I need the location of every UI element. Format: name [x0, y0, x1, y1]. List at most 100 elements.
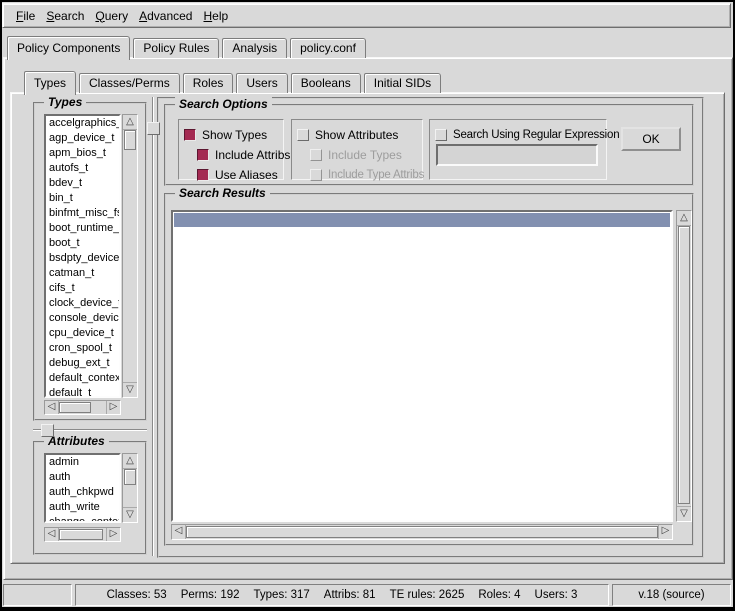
status-stat-attribs-81: Attribs: 81 — [324, 589, 376, 601]
type-item-cifs-t[interactable]: cifs_t — [46, 281, 119, 296]
checkbox-label: Show Types — [202, 128, 267, 142]
checkbox-icon[interactable] — [197, 169, 209, 181]
scroll-left-icon[interactable]: ◁ — [45, 401, 59, 414]
status-stat-types-317: Types: 317 — [254, 589, 310, 601]
menu-item-help[interactable]: Help — [198, 6, 233, 26]
subtab-initial-sids[interactable]: Initial SIDs — [364, 73, 441, 93]
app-window: { "colors": { "background": "#d9d9d9", "… — [0, 0, 735, 611]
type-item-default-context[interactable]: default_context — [46, 371, 119, 386]
type-item-apm-bios-t[interactable]: apm_bios_t — [46, 146, 119, 161]
type-item-default-t[interactable]: default_t — [46, 386, 119, 398]
status-stat-roles-4: Roles: 4 — [478, 589, 520, 601]
show-types-checkbox[interactable]: Show Types — [184, 125, 283, 145]
include-attribs-checkbox[interactable]: Include Attribs — [197, 145, 283, 165]
menu-item-advanced[interactable]: Advanced — [134, 6, 197, 26]
subtab-types[interactable]: Types — [24, 71, 76, 95]
checkbox-icon — [310, 169, 322, 181]
type-item-agp-device-t[interactable]: agp_device_t — [46, 131, 119, 146]
attribute-item-change-context[interactable]: change_context — [46, 515, 119, 523]
scrollbar-thumb[interactable] — [59, 529, 103, 540]
scroll-right-icon[interactable]: ▷ — [106, 528, 120, 541]
types-vertical-scrollbar[interactable]: △ ▽ — [122, 114, 138, 398]
type-item-cron-spool-t[interactable]: cron_spool_t — [46, 341, 119, 356]
type-item-cpu-device-t[interactable]: cpu_device_t — [46, 326, 119, 341]
subtab-users[interactable]: Users — [236, 73, 287, 93]
type-item-catman-t[interactable]: catman_t — [46, 266, 119, 281]
component-tab-bar: TypesClasses/PermsRolesUsersBooleansInit… — [24, 71, 444, 95]
attribute-item-auth-write[interactable]: auth_write — [46, 500, 119, 515]
scroll-left-icon[interactable]: ◁ — [172, 525, 186, 539]
type-item-boot-t[interactable]: boot_t — [46, 236, 119, 251]
menu-item-search[interactable]: Search — [41, 6, 89, 26]
show-types-group: Show Types Include Attribs Use Aliases — [178, 119, 284, 180]
menu-item-file[interactable]: File — [11, 6, 40, 26]
type-item-clock-device-t[interactable]: clock_device_t — [46, 296, 119, 311]
scroll-down-icon[interactable]: ▽ — [123, 382, 137, 397]
subtab-roles[interactable]: Roles — [183, 73, 234, 93]
show-attributes-checkbox[interactable]: Show Attributes — [297, 125, 422, 145]
attribute-item-admin[interactable]: admin — [46, 455, 119, 470]
types-listbox[interactable]: accelgraphics_eagp_device_tapm_bios_taut… — [44, 114, 121, 398]
pane-sash-handle[interactable] — [147, 122, 160, 135]
scroll-right-icon[interactable]: ▷ — [106, 401, 120, 414]
checkbox-icon[interactable] — [297, 129, 309, 141]
scroll-down-icon[interactable]: ▽ — [123, 507, 137, 522]
scroll-up-icon[interactable]: △ — [677, 211, 691, 226]
types-frame-title: Types — [44, 95, 86, 109]
type-item-console-device[interactable]: console_device — [46, 311, 119, 326]
checkbox-icon[interactable] — [184, 129, 196, 141]
scrollbar-thumb[interactable] — [186, 526, 658, 538]
include-types-checkbox: Include Types — [310, 145, 422, 165]
scroll-left-icon[interactable]: ◁ — [45, 528, 59, 541]
tab-policy-rules[interactable]: Policy Rules — [133, 38, 219, 58]
checkbox-label: Search Using Regular Expression — [453, 128, 619, 142]
checkbox-icon[interactable] — [435, 129, 447, 141]
type-item-bdev-t[interactable]: bdev_t — [46, 176, 119, 191]
type-item-bin-t[interactable]: bin_t — [46, 191, 119, 206]
regex-group: Search Using Regular Expression — [429, 119, 607, 180]
checkbox-label: Include Attribs — [215, 148, 290, 162]
ok-button[interactable]: OK — [621, 127, 681, 151]
attributes-vertical-scrollbar[interactable]: △ ▽ — [122, 453, 138, 523]
scrollbar-thumb[interactable] — [124, 469, 136, 485]
scrollbar-thumb[interactable] — [124, 130, 136, 150]
checkbox-label: Use Aliases — [215, 168, 278, 182]
search-options-title: Search Options — [175, 97, 272, 111]
types-horizontal-scrollbar[interactable]: ◁ ▷ — [44, 400, 121, 415]
subtab-booleans[interactable]: Booleans — [291, 73, 361, 93]
subtab-classes-perms[interactable]: Classes/Perms — [79, 73, 180, 93]
status-cell-empty — [3, 584, 72, 606]
scrollbar-thumb[interactable] — [59, 402, 91, 413]
policy-version-label: v.18 (source) — [638, 589, 704, 601]
attribute-item-auth-chkpwd[interactable]: auth_chkpwd — [46, 485, 119, 500]
menu-item-query[interactable]: Query — [90, 6, 133, 26]
type-item-debug-ext-t[interactable]: debug_ext_t — [46, 356, 119, 371]
scroll-right-icon[interactable]: ▷ — [658, 525, 672, 539]
search-results-text[interactable] — [171, 210, 673, 522]
tab-analysis[interactable]: Analysis — [222, 38, 287, 58]
checkbox-label: Show Attributes — [315, 128, 398, 142]
status-cell-stats: Classes: 53Perms: 192Types: 317Attribs: … — [75, 584, 609, 606]
sash-handle[interactable] — [41, 424, 54, 437]
type-item-boot-runtime-t[interactable]: boot_runtime_t — [46, 221, 119, 236]
type-item-bsdpty-device[interactable]: bsdpty_device_ — [46, 251, 119, 266]
scroll-up-icon[interactable]: △ — [123, 454, 137, 469]
include-type-attribs-checkbox: Include Type Attribs — [310, 165, 422, 185]
tab-policy-components[interactable]: Policy Components — [7, 36, 130, 60]
scroll-down-icon[interactable]: ▽ — [677, 506, 691, 521]
use-aliases-checkbox[interactable]: Use Aliases — [197, 165, 283, 185]
regex-checkbox[interactable]: Search Using Regular Expression — [435, 125, 606, 145]
pane-divider — [152, 97, 153, 556]
type-item-accelgraphics-e[interactable]: accelgraphics_e — [46, 116, 119, 131]
scrollbar-thumb[interactable] — [678, 226, 690, 504]
attributes-listbox[interactable]: adminauthauth_chkpwdauth_writechange_con… — [44, 453, 121, 523]
results-vertical-scrollbar[interactable]: △ ▽ — [676, 210, 692, 522]
attribute-item-auth[interactable]: auth — [46, 470, 119, 485]
scroll-up-icon[interactable]: △ — [123, 115, 137, 130]
tab-policy-conf[interactable]: policy.conf — [290, 38, 366, 58]
checkbox-icon[interactable] — [197, 149, 209, 161]
type-item-binfmt-misc-fs[interactable]: binfmt_misc_fs — [46, 206, 119, 221]
attributes-horizontal-scrollbar[interactable]: ◁ ▷ — [44, 527, 121, 542]
type-item-autofs-t[interactable]: autofs_t — [46, 161, 119, 176]
results-horizontal-scrollbar[interactable]: ◁ ▷ — [171, 524, 673, 540]
